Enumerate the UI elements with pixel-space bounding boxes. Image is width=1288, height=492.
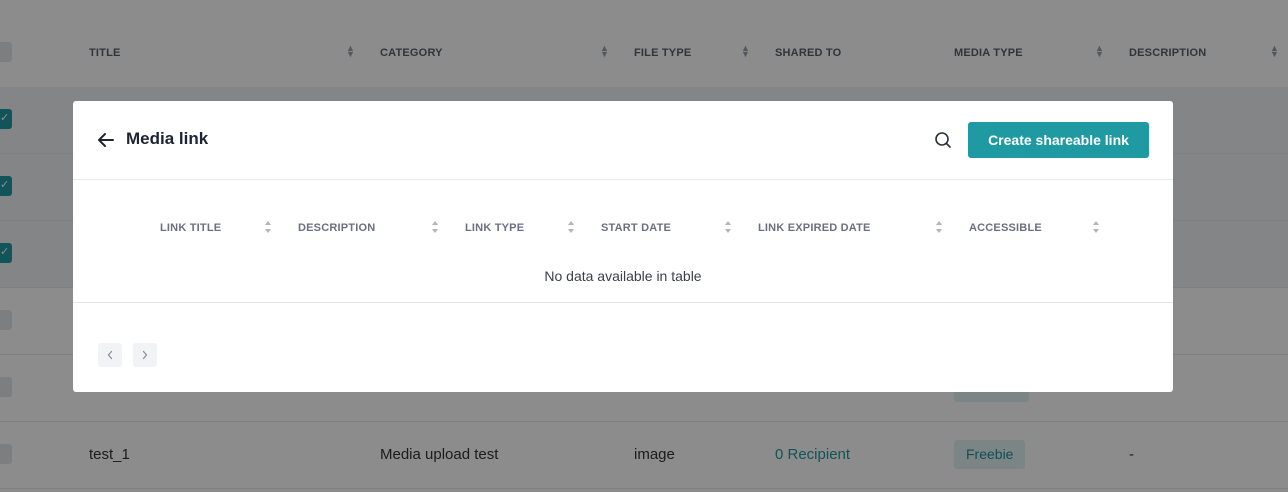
empty-table-row: No data available in table — [73, 251, 1173, 303]
col-link-expired-date[interactable]: LINK EXPIRED DATE — [758, 222, 871, 234]
chevron-left-icon — [107, 350, 113, 360]
search-icon[interactable] — [933, 130, 953, 150]
sort-icon[interactable] — [1092, 220, 1100, 234]
sort-icon[interactable] — [264, 220, 272, 234]
col-description[interactable]: DESCRIPTION — [298, 222, 375, 234]
col-accessible[interactable]: ACCESSIBLE — [969, 222, 1042, 234]
col-link-type[interactable]: LINK TYPE — [465, 222, 524, 234]
pagination-prev-button[interactable] — [98, 343, 122, 367]
sort-icon[interactable] — [567, 220, 575, 234]
sort-icon[interactable] — [431, 220, 439, 234]
pagination-next-button[interactable] — [133, 343, 157, 367]
modal-header: Media link Create shareable link — [73, 101, 1173, 180]
empty-table-message: No data available in table — [544, 268, 702, 284]
sort-icon[interactable] — [724, 220, 732, 234]
sort-icon[interactable] — [935, 220, 943, 234]
col-link-title[interactable]: LINK TITLE — [160, 222, 221, 234]
modal-title: Media link — [126, 129, 209, 148]
chevron-right-icon — [142, 350, 148, 360]
media-link-modal: Media link Create shareable link LINK TI… — [73, 101, 1173, 392]
link-table-header: LINK TITLE DESCRIPTION LINK TYPE START D… — [73, 211, 1173, 245]
back-arrow-icon[interactable] — [95, 129, 117, 151]
create-shareable-link-button[interactable]: Create shareable link — [968, 122, 1149, 158]
col-start-date[interactable]: START DATE — [601, 222, 671, 234]
